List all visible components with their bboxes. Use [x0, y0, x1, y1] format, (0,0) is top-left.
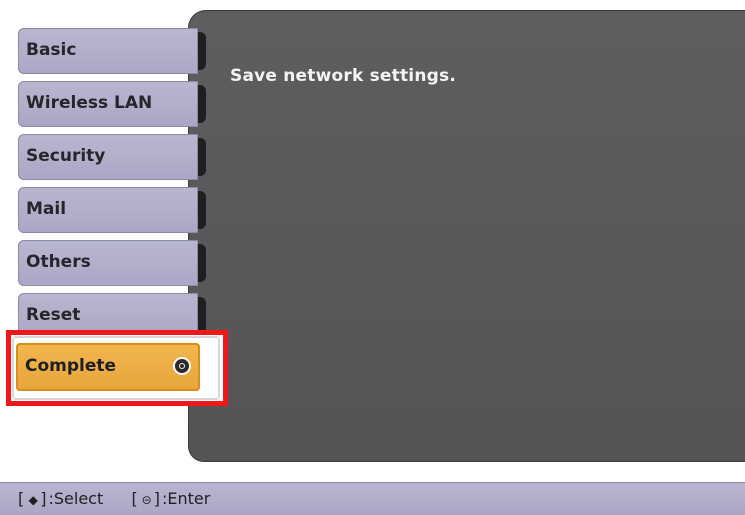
panel-message: Save network settings. — [230, 66, 456, 86]
enter-key-open: [ — [131, 489, 138, 508]
hint-text: [◆]:Select [⊝]:Enter — [18, 489, 210, 508]
menu-item-wireless-lan[interactable]: Wireless LAN — [18, 81, 206, 127]
menu-item-label: Basic — [26, 40, 77, 60]
menu-item-security[interactable]: Security — [18, 134, 206, 180]
enter-circle-icon — [173, 357, 191, 375]
complete-label: Complete — [25, 356, 117, 376]
select-diamond-icon: ◆ — [28, 492, 38, 507]
select-key-open: [ — [18, 489, 25, 508]
menu-item-others[interactable]: Others — [18, 240, 206, 286]
enter-key-close: ] — [153, 489, 160, 508]
select-key-close: ] — [40, 489, 47, 508]
menu-item-mail[interactable]: Mail — [18, 187, 206, 233]
menu-item-basic[interactable]: Basic — [18, 28, 206, 74]
enter-text: :Enter — [161, 489, 211, 508]
settings-screen: Save network settings. Basic Wireless LA… — [0, 0, 745, 515]
menu-item-label: Wireless LAN — [26, 93, 153, 113]
menu-item-label: Security — [26, 146, 106, 166]
menu-item-label: Others — [26, 252, 91, 272]
menu-item-label: Reset — [26, 305, 81, 325]
hint-bar: [◆]:Select [⊝]:Enter — [0, 482, 745, 515]
select-text: :Select — [48, 489, 104, 508]
menu-item-label: Mail — [26, 199, 67, 219]
menu-item-complete[interactable]: Complete — [16, 343, 200, 391]
enter-circle-icon: ⊝ — [141, 492, 152, 507]
